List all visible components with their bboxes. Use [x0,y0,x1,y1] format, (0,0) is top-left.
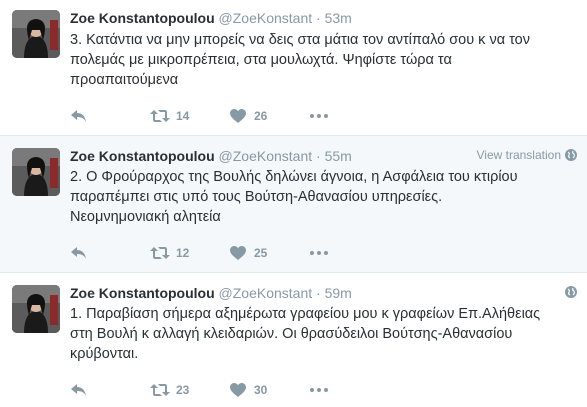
reply-icon [71,384,86,396]
retweet-button[interactable]: 14 [150,109,230,123]
tweet-text-line: 2. Ο Φρούραρχος της Βουλής δηλώνει άγνοι… [70,169,518,185]
retweet-icon [150,384,170,396]
reply-button[interactable] [70,383,150,397]
tweet-header: Zoe Konstantopoulou @ZoeKonstant · 55m [70,148,352,164]
timestamp[interactable]: 55m [325,148,352,164]
tweet[interactable]: Zoe Konstantopoulou @ZoeKonstant · 53m 3… [0,0,587,136]
tweet-text-line: παραπέμπει στις υπό τους Βούτση-Αθανασίο… [70,189,443,205]
more-button[interactable] [310,388,328,392]
view-translation-link[interactable]: View translation [476,148,577,162]
tweet[interactable]: Zoe Konstantopoulou @ZoeKonstant · 59m 1… [0,273,587,407]
separator: · [316,10,321,26]
author-name[interactable]: Zoe Konstantopoulou [70,285,215,301]
like-button[interactable]: 30 [230,383,310,397]
retweet-button[interactable]: 12 [150,246,230,260]
heart-icon [230,246,246,260]
timestamp[interactable]: 59m [325,285,352,301]
author-name[interactable]: Zoe Konstantopoulou [70,10,215,26]
separator: · [316,148,321,164]
more-dots-icon [310,251,328,255]
tweet-header: Zoe Konstantopoulou @ZoeKonstant · 53m [70,10,352,26]
tweet-actions: 23 30 [70,380,328,400]
reply-button[interactable] [70,246,150,260]
retweet-icon [150,247,170,259]
like-count: 25 [254,246,268,260]
like-button[interactable]: 26 [230,109,310,123]
tweet-text-line: 1. Παραβίαση σήμερα αξημέρωτα γραφείου μ… [70,306,541,322]
view-translation-label: View translation [476,148,562,162]
retweet-count: 14 [176,109,190,123]
tweet-text: 2. Ο Φρούραρχος της Βουλής δηλώνει άγνοι… [70,167,575,227]
tweet-text-line: πολεμάς με μικροπρέπεια, στα μουλωχτά. Ψ… [70,52,452,68]
translation-globe-button[interactable] [565,286,577,298]
reply-icon [71,110,86,122]
retweet-count: 12 [176,246,190,260]
tweet-header: Zoe Konstantopoulou @ZoeKonstant · 59m [70,285,352,301]
tweet-text: 1. Παραβίαση σήμερα αξημέρωτα γραφείου μ… [70,304,575,364]
author-name[interactable]: Zoe Konstantopoulou [70,148,215,164]
author-handle[interactable]: @ZoeKonstant [219,148,313,164]
tweet-text-line: κρύβονται. [70,346,139,362]
tweet-actions: 14 26 [70,106,328,126]
tweet-text-line: προαπαιτούμενα [70,72,179,88]
more-dots-icon [310,388,328,392]
author-handle[interactable]: @ZoeKonstant [219,10,313,26]
avatar[interactable] [12,10,60,58]
like-button[interactable]: 25 [230,246,310,260]
avatar[interactable] [12,285,60,333]
timestamp[interactable]: 53m [325,10,352,26]
heart-icon [230,383,246,397]
more-button[interactable] [310,114,328,118]
heart-icon [230,109,246,123]
tweet-text-line: στη Βουλή κ αλλαγή κλειδαριών. Οι θρασύδ… [70,326,513,342]
tweet-text-line: Νεομνημονιακή αλητεία [70,209,221,225]
more-button[interactable] [310,251,328,255]
like-count: 26 [254,109,268,123]
retweet-button[interactable]: 23 [150,383,230,397]
retweet-count: 23 [176,383,190,397]
reply-button[interactable] [70,109,150,123]
more-dots-icon [310,114,328,118]
tweet-actions: 12 25 [70,243,328,263]
globe-icon [565,149,577,161]
avatar[interactable] [12,148,60,196]
like-count: 30 [254,383,268,397]
retweet-icon [150,110,170,122]
tweet-text-line: 3. Κατάντια να μην μπορείς να δεις στα μ… [70,32,530,48]
reply-icon [71,247,86,259]
tweet-text: 3. Κατάντια να μην μπορείς να δεις στα μ… [70,30,575,90]
author-handle[interactable]: @ZoeKonstant [219,285,313,301]
globe-icon [565,286,577,298]
tweet[interactable]: Zoe Konstantopoulou @ZoeKonstant · 55m V… [0,136,587,273]
separator: · [316,285,321,301]
